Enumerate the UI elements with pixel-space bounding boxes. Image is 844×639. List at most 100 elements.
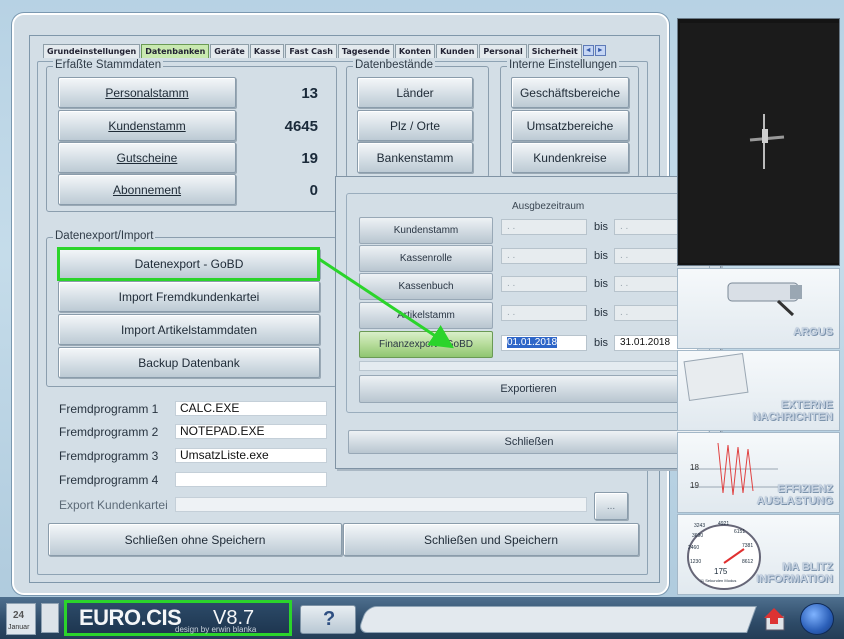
kassenbuch-from-field[interactable]: . . [501, 276, 587, 292]
geschaeftsbereiche-button[interactable]: Geschäftsbereiche [511, 77, 629, 108]
chart-number-19: 19 [690, 481, 699, 490]
interne-einstellungen-title: Interne Einstellungen [507, 59, 620, 71]
document-icon[interactable] [41, 603, 59, 633]
export-kundenkartei-label: Export Kundenkartei [59, 498, 168, 512]
umsatzbereiche-button[interactable]: Umsatzbereiche [511, 110, 629, 141]
highlight-datenexport [57, 247, 320, 281]
export-icon[interactable] [762, 604, 792, 634]
fremdprogramm-3-label: Fremdprogramm 3 [59, 449, 159, 463]
kundenstamm-label: Kundenstamm [108, 118, 186, 133]
camera-feed[interactable] [677, 18, 840, 266]
tab-kasse[interactable]: Kasse [249, 44, 285, 58]
tab-tagesende[interactable]: Tagesende [337, 44, 394, 58]
fremdprogramm-2-field[interactable]: NOTEPAD.EXE [175, 424, 327, 439]
stammdaten-title: Erfaßte Stammdaten [53, 59, 164, 71]
fremdprogramm-2-label: Fremdprogramm 2 [59, 425, 159, 439]
gutscheine-button[interactable]: Gutscheine [58, 142, 236, 173]
exportieren-button[interactable]: Exportieren [359, 375, 698, 403]
personalstamm-count: 13 [301, 85, 318, 102]
effizienz-label: EFFIZIENZ [777, 483, 833, 495]
dialog-kundenstamm-button[interactable]: Kundenstamm [359, 217, 493, 244]
tab-strip: Grundeinstellungen Datenbanken Geräte Ka… [43, 42, 606, 58]
export-icon-graphic [764, 608, 785, 631]
status-bar [357, 606, 757, 633]
question-mark-icon: ? [323, 608, 336, 630]
tab-scroll-left-icon[interactable]: ◄ [582, 45, 594, 56]
information-label: INFORMATION [756, 573, 833, 585]
kassenrolle-from-field[interactable]: . . [501, 248, 587, 264]
progress-bar [359, 361, 698, 371]
fremdprogramm-4-field[interactable] [175, 472, 327, 487]
import-artikelstammdaten-button[interactable]: Import Artikelstammdaten [58, 314, 320, 345]
argus-tile[interactable]: ARGUS [677, 268, 840, 349]
newspaper-icon [683, 353, 749, 401]
tab-geraete[interactable]: Geräte [210, 44, 249, 58]
help-icon[interactable]: ? [300, 605, 356, 634]
argus-label: ARGUS [793, 326, 833, 338]
fremdprogramm-1-field[interactable]: CALC.EXE [175, 401, 327, 416]
logo-main: EURO.CIS [79, 605, 182, 630]
kundenkreise-button[interactable]: Kundenkreise [511, 142, 629, 173]
tab-personal[interactable]: Personal [479, 44, 527, 58]
fremdprogramm-3-field[interactable]: UmsatzListe.exe [175, 448, 327, 463]
browse-button[interactable]: ... [594, 492, 628, 520]
artikelstamm-from-field[interactable]: . . [501, 305, 587, 321]
bankenstamm-button[interactable]: Bankenstamm [357, 142, 473, 173]
gauge-value: 175 [714, 567, 728, 576]
ausgabezeitraum-header: Ausgbezeitraum [512, 201, 585, 212]
abonnement-button[interactable]: Abonnement [58, 174, 236, 205]
finanzexport-from-value: 01.01.2018 [507, 337, 558, 348]
personalstamm-button[interactable]: Personalstamm [58, 77, 236, 108]
gauge-number-4: 6151 [734, 529, 746, 535]
tab-konten[interactable]: Konten [394, 44, 436, 58]
abonnement-label: Abonnement [112, 182, 182, 197]
close-without-save-button[interactable]: Schließen ohne Speichern [48, 523, 342, 556]
gauge-number-3: 3690 [692, 533, 704, 539]
kundenstamm-from-field[interactable]: . . [501, 219, 587, 235]
gauge-number-7: 1230 [690, 559, 702, 565]
backup-datenbank-button[interactable]: Backup Datenbank [58, 347, 320, 378]
eurocis-logo: EURO.CIS V8.7 design by erwin blanka [64, 600, 292, 636]
tab-grundeinstellungen[interactable]: Grundeinstellungen [43, 44, 141, 58]
laender-button[interactable]: Länder [357, 77, 473, 108]
plz-orte-button[interactable]: Plz / Orte [357, 110, 473, 141]
bis-label: bis [594, 278, 609, 290]
ma-blitz-tile[interactable]: 3243 4921 3690 6151 2460 7381 1230 8612 … [677, 514, 840, 595]
tab-scroll-right-icon[interactable]: ► [594, 45, 606, 56]
security-camera-icon [727, 282, 802, 317]
bis-label: bis [594, 337, 609, 349]
logo-subtitle: design by erwin blanka [175, 625, 257, 634]
gutscheine-count: 19 [301, 150, 318, 167]
gauge-number-1: 3243 [694, 523, 706, 529]
datenbestaende-title: Datenbestände [353, 59, 436, 71]
gutscheine-label: Gutscheine [116, 150, 178, 165]
kundenstamm-button[interactable]: Kundenstamm [58, 110, 236, 141]
externe-nachrichten-tile[interactable]: EXTERNE NACHRICHTEN [677, 350, 840, 431]
calendar-day: 24 [13, 610, 25, 621]
bis-label: bis [594, 221, 609, 233]
fremdprogramm-4-label: Fremdprogramm 4 [59, 473, 159, 487]
abonnement-count: 0 [309, 182, 318, 199]
personalstamm-label: Personalstamm [105, 85, 189, 100]
tab-datenbanken[interactable]: Datenbanken [141, 44, 210, 58]
export-kundenkartei-field[interactable] [175, 497, 587, 512]
chart-number-18: 18 [690, 463, 699, 472]
dialog-close-button[interactable]: Schließen [348, 430, 710, 454]
datenexport-title: Datenexport/Import [53, 230, 156, 242]
fremdprogramm-1-label: Fremdprogramm 1 [59, 402, 159, 416]
calendar-month: Januar [8, 624, 30, 631]
effizienz-tile[interactable]: 18 19 EFFIZIENZ AUSLASTUNG [677, 432, 840, 513]
nachrichten-label: NACHRICHTEN [752, 411, 833, 423]
kundenstamm-count: 4645 [284, 118, 318, 135]
globe-icon[interactable] [800, 603, 834, 635]
import-fremdkundenkartei-button[interactable]: Import Fremdkundenkartei [58, 281, 320, 312]
tab-fast-cash[interactable]: Fast Cash [285, 44, 337, 58]
tab-kunden[interactable]: Kunden [436, 44, 479, 58]
bis-label: bis [594, 250, 609, 262]
close-and-save-button[interactable]: Schließen und Speichern [343, 523, 639, 556]
gauge-number-2: 4921 [718, 521, 730, 527]
auslastung-label: AUSLASTUNG [756, 495, 833, 507]
finanzexport-from-field[interactable]: 01.01.2018 [501, 335, 587, 351]
tab-sicherheit[interactable]: Sicherheit [527, 44, 582, 58]
calendar-icon[interactable]: 24 Januar [6, 603, 36, 635]
